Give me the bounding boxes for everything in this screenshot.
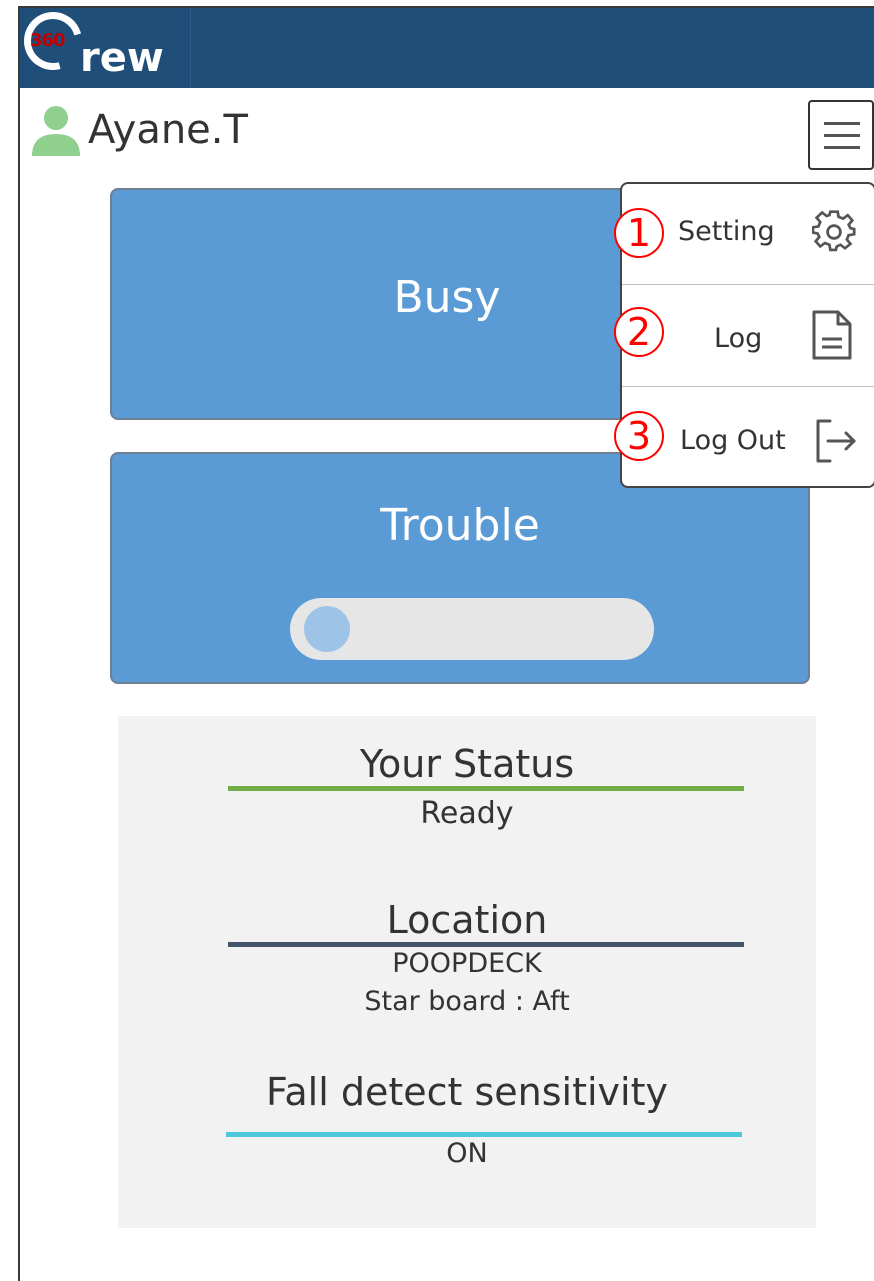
fall-detect-heading: Fall detect sensitivity [265,1070,668,1114]
left-border [18,8,20,1281]
location-area: POOPDECK [392,948,542,979]
menu-item-number: 2 [614,307,664,357]
menu-item-label: Log [714,323,763,354]
fall-detect-value: ON [446,1138,488,1169]
logo-text: rew [80,35,164,81]
location-detail: Star board : Aft [364,986,570,1017]
user-name: Ayane.T [88,107,248,153]
toggle-knob[interactable] [304,606,350,652]
your-status-value: Ready [420,796,514,831]
trouble-label: Trouble [380,500,540,551]
menu-item-setting[interactable]: 1 Setting [614,184,874,284]
hamburger-icon-bar [824,146,860,149]
your-status-heading: Your Status [359,742,575,786]
document-icon [812,310,852,360]
menu-item-logout[interactable]: 3 Log Out [614,386,874,487]
menu-item-log[interactable]: 2 Log [614,284,874,385]
location-underline [228,942,744,947]
location-heading: Location [386,898,548,942]
user-icon [32,106,80,156]
trouble-toggle[interactable] [290,598,654,660]
logo-number: 360 [30,30,66,51]
menu-item-number: 3 [614,411,664,461]
menu-button[interactable] [808,100,874,170]
menu-item-label: Log Out [680,425,786,456]
hamburger-icon-bar [824,134,860,137]
dropdown-menu: 1 Setting 2 Log 3 Log Out [614,182,874,488]
menu-item-number: 1 [614,208,664,258]
fall-detect-underline [226,1132,742,1137]
app-logo: 360 rew [13,1,202,86]
gear-icon [812,210,856,252]
hamburger-icon-bar [824,122,860,125]
app-frame: 360 rew Ayane.T Busy Trouble 1 Setting 2… [0,0,874,1281]
status-panel: Your Status Ready Location POOPDECK Star… [118,716,816,1228]
your-status-underline [228,786,744,791]
logout-icon [816,419,856,463]
menu-item-label: Setting [678,216,775,247]
